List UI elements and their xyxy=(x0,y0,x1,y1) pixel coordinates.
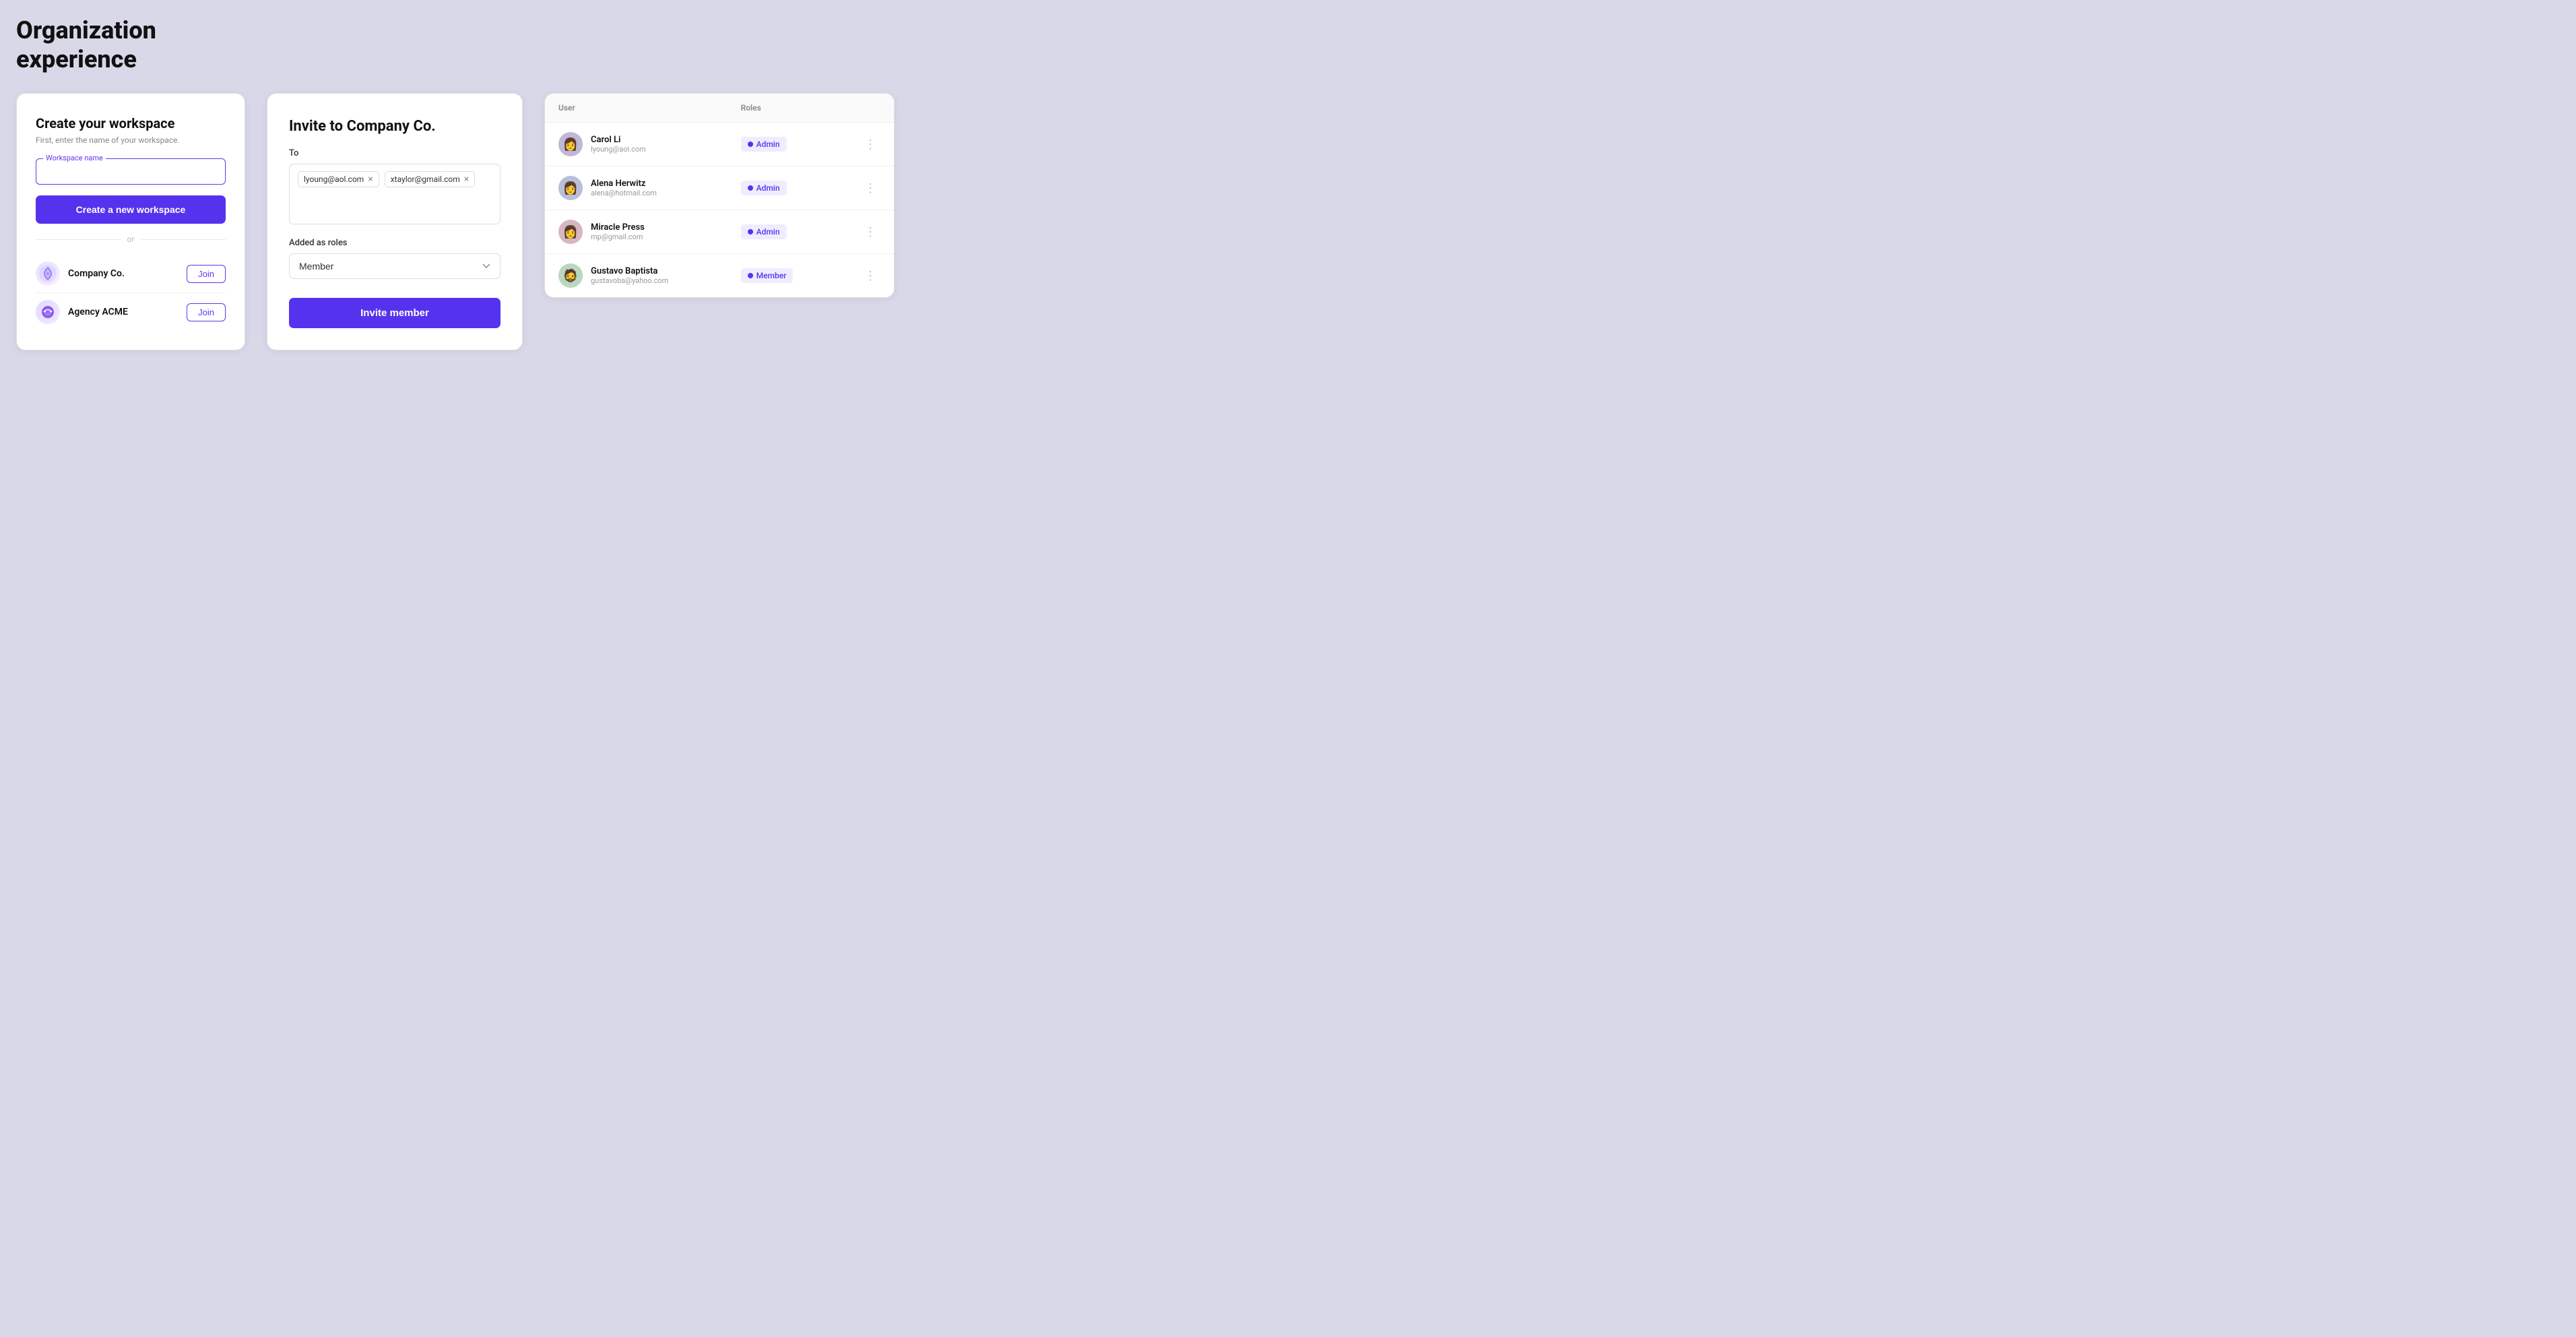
more-options-button[interactable]: ⋮ xyxy=(862,224,880,241)
avatar: 👩 xyxy=(558,176,583,200)
email-tags-area[interactable]: lyoung@aol.com × xtaylor@gmail.com × xyxy=(289,164,501,224)
more-options-button[interactable]: ⋮ xyxy=(862,180,880,197)
user-name: Alena Herwitz xyxy=(591,179,657,189)
user-email: alena@hotmail.com xyxy=(591,189,657,197)
svg-text:👩: 👩 xyxy=(563,224,578,239)
svg-text:🧔: 🧔 xyxy=(563,268,578,283)
remove-email-0[interactable]: × xyxy=(368,175,373,184)
join-company-button[interactable]: Join xyxy=(187,265,226,283)
avatar: 👩 xyxy=(558,132,583,156)
svg-text:👩: 👩 xyxy=(563,137,578,152)
workspace-item-agency-acme: Agency ACME Join xyxy=(36,293,226,331)
agency-acme-logo xyxy=(36,300,60,324)
avatar: 👩 xyxy=(558,220,583,244)
table-header-row: User Roles xyxy=(545,94,894,123)
user-cell: 👩 Carol Li lyoung@aol.com xyxy=(558,132,714,156)
role-badge: Admin xyxy=(741,181,787,195)
invite-title: Invite to Company Co. xyxy=(289,118,501,135)
user-cell: 👩 Miracle Press mp@gmail.com xyxy=(558,220,714,244)
role-select[interactable]: Member Admin Viewer xyxy=(289,253,501,279)
user-email: gustavoba@yahoo.com xyxy=(591,276,668,285)
invite-member-button[interactable]: Invite member xyxy=(289,298,501,328)
join-agency-button[interactable]: Join xyxy=(187,303,226,321)
role-dot xyxy=(748,185,753,191)
user-cell: 👩 Alena Herwitz alena@hotmail.com xyxy=(558,176,714,200)
role-dot xyxy=(748,142,753,147)
user-name: Gustavo Baptista xyxy=(591,266,668,276)
roles-label: Added as roles xyxy=(289,238,501,248)
invite-card: Invite to Company Co. To lyoung@aol.com … xyxy=(267,93,523,350)
or-divider: or xyxy=(36,235,226,244)
role-badge: Member xyxy=(741,268,794,283)
create-workspace-button[interactable]: Create a new workspace xyxy=(36,195,226,224)
email-tag-0: lyoung@aol.com × xyxy=(298,171,379,187)
more-options-button[interactable]: ⋮ xyxy=(862,136,880,153)
role-badge: Admin xyxy=(741,137,787,152)
role-dot xyxy=(748,229,753,235)
create-workspace-title: Create your workspace xyxy=(36,115,226,131)
col-roles: Roles xyxy=(728,94,833,123)
create-workspace-subtitle: First, enter the name of your workspace. xyxy=(36,135,226,145)
col-user: User xyxy=(545,94,728,123)
avatar: 🧔 xyxy=(558,263,583,288)
page-title: Organization experience xyxy=(16,16,2560,74)
remove-email-1[interactable]: × xyxy=(464,175,469,184)
email-tag-1: xtaylor@gmail.com × xyxy=(385,171,476,187)
workspace-name-agency: Agency ACME xyxy=(68,307,128,317)
user-name: Carol Li xyxy=(591,135,646,145)
user-name: Miracle Press xyxy=(591,222,645,232)
to-label: To xyxy=(289,148,501,158)
more-options-button[interactable]: ⋮ xyxy=(862,268,880,284)
users-table: User Roles 👩 Carol Li xyxy=(545,94,894,297)
user-email: lyoung@aol.com xyxy=(591,145,646,154)
create-workspace-card: Create your workspace First, enter the n… xyxy=(16,93,245,350)
svg-text:👩: 👩 xyxy=(563,181,578,195)
workspace-name-company: Company Co. xyxy=(68,268,125,279)
workspace-name-label: Workspace name xyxy=(43,154,106,162)
table-row: 👩 Carol Li lyoung@aol.com Admin ⋮ xyxy=(545,123,894,166)
user-email: mp@gmail.com xyxy=(591,232,645,241)
workspace-name-field: Workspace name xyxy=(36,158,226,185)
table-row: 👩 Miracle Press mp@gmail.com Admin ⋮ xyxy=(545,210,894,254)
table-row: 🧔 Gustavo Baptista gustavoba@yahoo.com M… xyxy=(545,254,894,298)
role-badge: Admin xyxy=(741,224,787,239)
cards-row: Create your workspace First, enter the n… xyxy=(16,93,2560,350)
workspace-item-company-co: Company Co. Join xyxy=(36,255,226,293)
users-card: User Roles 👩 Carol Li xyxy=(544,93,895,298)
table-row: 👩 Alena Herwitz alena@hotmail.com Admin … xyxy=(545,166,894,210)
company-co-logo xyxy=(36,261,60,286)
user-cell: 🧔 Gustavo Baptista gustavoba@yahoo.com xyxy=(558,263,714,288)
workspace-name-input[interactable] xyxy=(44,167,217,178)
role-dot xyxy=(748,273,753,278)
